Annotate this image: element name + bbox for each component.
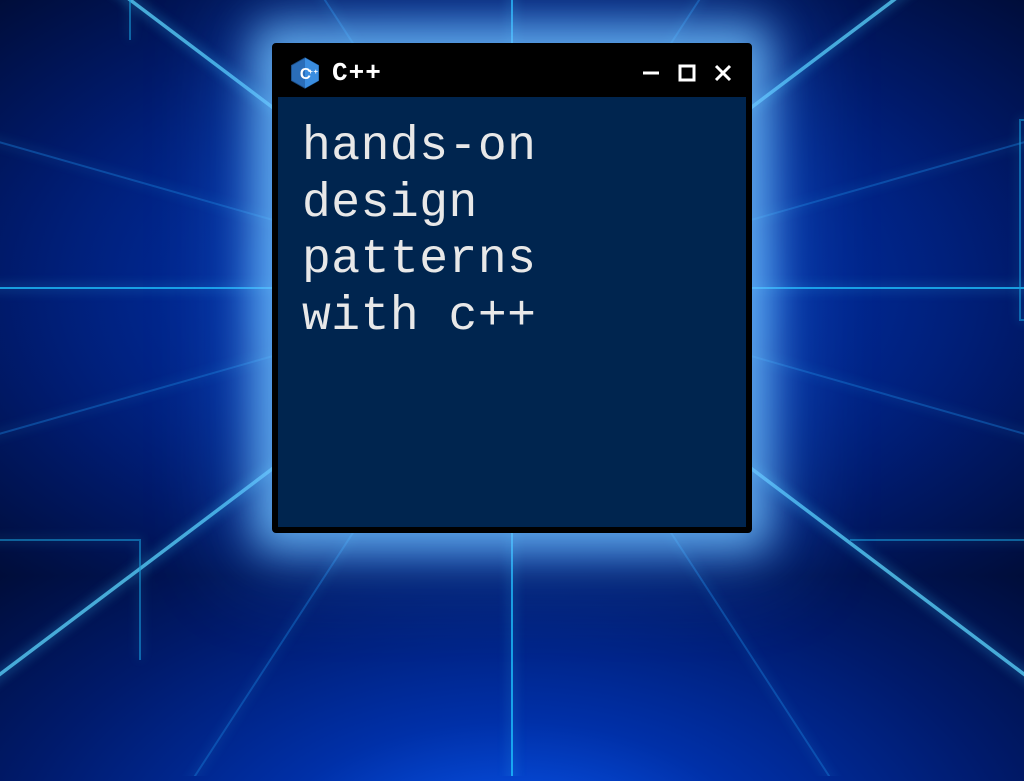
svg-text:+: + bbox=[314, 67, 319, 76]
svg-text:+: + bbox=[308, 67, 313, 76]
maximize-button[interactable] bbox=[674, 60, 700, 86]
window-title: C++ bbox=[332, 58, 628, 88]
minimize-button[interactable] bbox=[638, 60, 664, 86]
window-controls bbox=[638, 60, 736, 86]
terminal-content: hands-on design patterns with c++ bbox=[278, 97, 746, 527]
terminal-window: C + + C++ hands-on design patterns with … bbox=[272, 43, 752, 533]
close-button[interactable] bbox=[710, 60, 736, 86]
cpp-icon: C + + bbox=[288, 56, 322, 90]
titlebar[interactable]: C + + C++ bbox=[278, 49, 746, 97]
